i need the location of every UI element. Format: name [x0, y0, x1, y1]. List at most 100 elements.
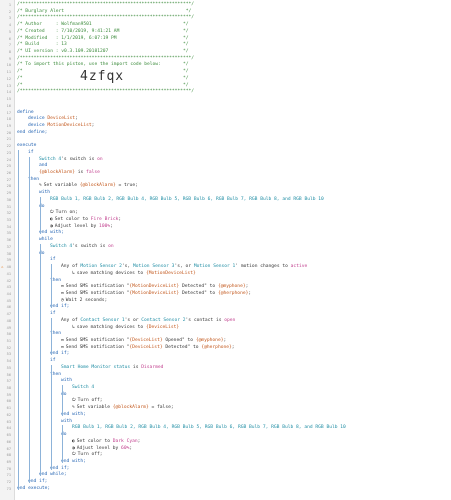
code-content[interactable]: end with; — [39, 230, 64, 236]
code-content[interactable]: Any of Contact Sensor 1's or Contact Sen… — [61, 317, 235, 324]
variable-name: {@blockAlarm} — [39, 170, 75, 175]
value-literal: active — [290, 264, 308, 270]
line-number: 17 — [6, 110, 11, 115]
device-name: Switch 4 — [72, 385, 95, 391]
code-content[interactable]: if — [50, 358, 56, 364]
code-content[interactable]: end define; — [17, 130, 47, 136]
device-name: Contact Sensor 1 — [80, 317, 125, 323]
warning-icon[interactable]: ⚠ — [1, 264, 3, 270]
code-text: Any of — [61, 264, 81, 270]
code-content[interactable]: ✎ Set variable {@blockAlarm} = false; — [72, 405, 174, 411]
code-content[interactable]: define — [17, 110, 34, 116]
code-content[interactable]: with — [61, 419, 72, 425]
code-content[interactable]: ⏻ Turn off; — [72, 398, 103, 404]
sms-icon: ✉ — [61, 344, 64, 350]
code-content[interactable]: device MotionDeviceList; — [28, 123, 94, 129]
code-line: 20 end define; — [0, 130, 451, 136]
code-text: Send SMS notification " — [65, 290, 130, 296]
code-line: 35 end with; — [0, 230, 451, 236]
code-content[interactable]: Switch 4's switch is on — [50, 243, 114, 250]
code-content[interactable]: and — [39, 163, 48, 169]
code-content[interactable]: end execute; — [17, 486, 50, 492]
line-number: 33 — [6, 218, 11, 223]
code-content[interactable]: ↳ save matching devices to {MotionDeviceL… — [72, 271, 196, 277]
code-content[interactable]: Switch 4 — [72, 385, 95, 391]
code-content[interactable]: /* */ — [17, 83, 188, 89]
code-content[interactable]: ◐ Set color to Dark Cyan; — [72, 439, 140, 445]
code-content[interactable]: ↳ save matching devices to {DeviceList} — [72, 325, 179, 331]
code-content[interactable]: ⏻ Turn on; — [50, 210, 78, 216]
code-content[interactable]: end if; — [50, 304, 69, 310]
code-content[interactable]: /***************************************… — [17, 89, 194, 95]
code-content[interactable]: /* To import this piston, use the import… — [17, 62, 188, 68]
code-content[interactable]: device DeviceList; — [28, 116, 78, 122]
keyword: execute — [17, 143, 37, 149]
code-content[interactable]: /* Burglary Alert */ — [17, 9, 191, 15]
code-content[interactable]: RGB Bulb 1, RGB Bulb 2, RGB Bulb 4, RGB … — [50, 197, 324, 203]
code-content[interactable]: /***************************************… — [17, 2, 194, 8]
code-content[interactable]: ◑ Adjust level by 100%; — [50, 224, 113, 230]
code-line: 12 /* */ — [0, 76, 451, 82]
keyword: device — [28, 116, 48, 122]
code-content[interactable]: ⏻ Turn off; — [72, 452, 103, 458]
code-content[interactable]: /* */ — [17, 69, 189, 75]
code-content[interactable]: end while; — [39, 472, 67, 478]
code-content[interactable]: ✉ Send SMS notification "{MotionDeviceLis… — [61, 290, 251, 297]
color-icon: ◐ — [50, 217, 53, 223]
code-content[interactable]: end with; — [61, 412, 86, 418]
code-content[interactable]: if — [28, 150, 34, 156]
line-number: 62 — [6, 412, 11, 417]
code-content[interactable]: {@blockAlarm} is false — [39, 170, 100, 176]
code-content[interactable]: with — [61, 378, 72, 384]
line-number: 26 — [6, 171, 11, 175]
device-name: Contact Sensor 2 — [141, 317, 186, 323]
code-content[interactable]: end with; — [61, 459, 86, 465]
comment-text: /* */ — [17, 69, 189, 75]
code-content[interactable]: ◑ Adjust level by 60%; — [72, 445, 133, 452]
code-content[interactable]: end if; — [50, 466, 69, 472]
code-content[interactable]: ✉ Send SMS notification "{DeviceList} Ope… — [61, 338, 226, 344]
code-line: 2 /* Burglary Alert */ — [0, 9, 451, 15]
code-content[interactable]: ◷ Wait 2 seconds; — [61, 298, 107, 304]
code-content[interactable]: if — [50, 257, 56, 263]
code-content[interactable]: /* Build : 13 */ — [17, 42, 188, 48]
line-number: 19 — [6, 123, 11, 128]
code-content[interactable]: /* */ — [17, 76, 188, 82]
line-number: 66 — [6, 439, 11, 444]
code-line: 40 ⚠ Any of Motion Sensor 2's, Motion Sens… — [0, 264, 451, 270]
code-content[interactable]: ◐ Set color to Fire Brick; — [50, 217, 121, 223]
keyword: and — [39, 163, 48, 169]
code-content[interactable]: execute — [17, 143, 37, 149]
power-icon: ⏻ — [72, 452, 76, 458]
code-content[interactable]: ✎ Set variable {@blockAlarm} = true; — [39, 183, 138, 189]
code-line: 4 /* Author : Wolfman9501 */ — [0, 22, 451, 28]
line-number: 50 — [6, 332, 11, 337]
code-content[interactable]: ✉ Send SMS notification "{MotionDeviceLis… — [61, 284, 248, 290]
code-content[interactable]: Any of Motion Sensor 2's, Motion Sensor … — [61, 264, 308, 270]
code-line: 3 /**************************************… — [0, 15, 451, 21]
code-text: ; — [129, 445, 133, 451]
code-content[interactable]: /* Modified : 1/1/2019, 6:07:19 PM */ — [17, 36, 188, 42]
code-content[interactable]: if — [50, 311, 56, 317]
code-content[interactable]: ✉ Send SMS notification "{DeviceList} Det… — [61, 344, 235, 351]
code-content[interactable]: Smart Home Monitor status is Disarmed — [61, 365, 163, 371]
code-content[interactable]: /* Author : Wolfman9501 */ — [17, 22, 188, 28]
line-number: 9 — [8, 56, 11, 61]
code-content[interactable]: while — [39, 237, 53, 243]
code-line: 66 ◐ Set color to Dark Cyan; — [0, 439, 451, 445]
code-line: 32 ⏻ Turn on; — [0, 210, 451, 216]
line-number: 38 — [6, 251, 11, 256]
code-content[interactable]: end if; — [50, 351, 69, 357]
line-number: 23 — [6, 150, 11, 155]
code-content[interactable]: /***************************************… — [17, 56, 194, 62]
code-content[interactable]: RGB Bulb 1, RGB Bulb 2, RGB Bulb 4, RGB … — [72, 425, 346, 431]
code-content[interactable]: end if; — [28, 479, 47, 485]
code-content[interactable]: /* UI version : v0.3.109.20181207 */ — [17, 49, 188, 55]
code-content[interactable]: Switch 4's switch is on — [39, 157, 103, 163]
code-content[interactable]: with — [39, 190, 50, 196]
value-literal: on — [108, 243, 114, 249]
code-text: Set variable — [43, 183, 80, 189]
code-content[interactable]: /***************************************… — [17, 15, 194, 21]
variable-name: {@myphone} — [217, 284, 246, 290]
code-content[interactable]: /* Created : 7/10/2019, 9:41:21 AM */ — [17, 29, 188, 35]
